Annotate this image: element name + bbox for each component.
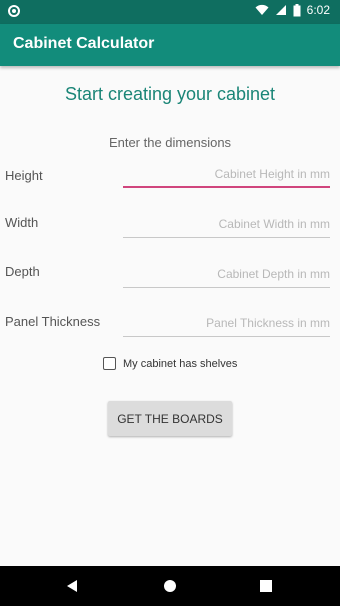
status-icons: 6:02 bbox=[255, 3, 330, 17]
panel-thickness-label: Panel Thickness bbox=[5, 314, 101, 329]
depth-label: Depth bbox=[5, 264, 40, 279]
recents-icon[interactable] bbox=[257, 577, 275, 595]
depth-input[interactable] bbox=[123, 262, 330, 286]
nav-bar bbox=[0, 566, 340, 606]
home-icon[interactable] bbox=[161, 577, 179, 595]
status-time: 6:02 bbox=[306, 3, 330, 17]
dimensions-subheading: Enter the dimensions bbox=[108, 135, 232, 150]
height-field[interactable] bbox=[123, 162, 330, 188]
page-heading: Start creating your cabinet bbox=[64, 84, 276, 104]
height-input[interactable] bbox=[123, 162, 330, 186]
width-field[interactable] bbox=[123, 212, 330, 238]
circle-notification-icon bbox=[7, 4, 23, 20]
height-label: Height bbox=[5, 168, 43, 183]
shelves-checkbox[interactable] bbox=[103, 357, 116, 370]
back-icon[interactable] bbox=[63, 577, 81, 595]
depth-field[interactable] bbox=[123, 262, 330, 288]
shelves-checkbox-label[interactable]: My cabinet has shelves bbox=[123, 358, 237, 370]
app-bar: Cabinet Calculator bbox=[0, 24, 340, 66]
get-boards-button[interactable]: GET THE BOARDS bbox=[108, 401, 232, 436]
signal-icon bbox=[275, 4, 287, 16]
status-bar: 6:02 bbox=[0, 0, 340, 24]
wifi-icon bbox=[255, 4, 269, 16]
shelves-checkbox-row[interactable]: My cabinet has shelves bbox=[103, 357, 237, 370]
width-input[interactable] bbox=[123, 212, 330, 236]
panel-thickness-field[interactable] bbox=[123, 311, 330, 337]
panel-thickness-input[interactable] bbox=[123, 311, 330, 335]
app-title: Cabinet Calculator bbox=[13, 35, 155, 52]
battery-icon bbox=[293, 3, 301, 17]
width-label: Width bbox=[5, 215, 39, 230]
